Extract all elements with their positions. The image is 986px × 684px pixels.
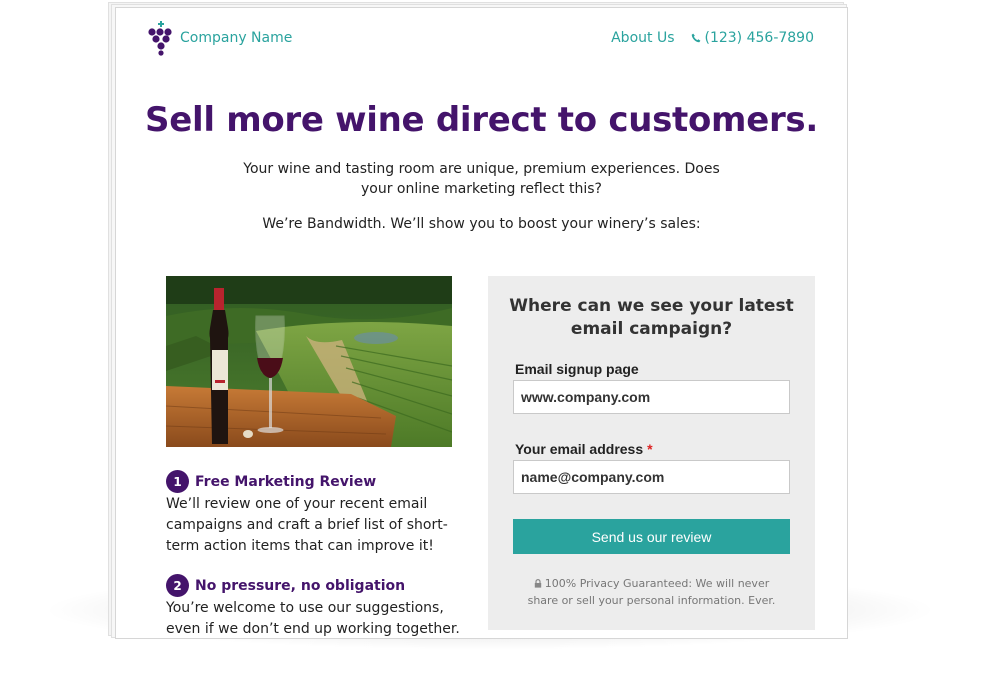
step-description: You’re welcome to use our suggestions, e… [166,600,460,637]
email-address-label-text: Your email address [515,441,644,457]
step-description: We’ll review one of your recent email ca… [166,496,448,554]
email-address-label: Your email address * [515,441,653,457]
step-no-pressure: 2 No pressure, no obligation You’re welc… [166,574,466,638]
about-us-link[interactable]: About Us [611,30,674,46]
step-number-badge: 2 [166,574,189,597]
form-heading: Where can we see your latest email campa… [509,296,794,339]
step-heading: 2 No pressure, no obligation [166,574,466,597]
company-name: Company Name [180,30,293,46]
phone-number: (123) 456-7890 [704,30,815,46]
hero-subtext: Your wine and tasting room are unique, p… [243,161,720,197]
email-signup-page-label: Email signup page [515,361,639,377]
header: Company Name About Us (123) 456-7890 [116,8,847,68]
top-nav: About Us (123) 456-7890 [611,30,814,46]
email-signup-page-input[interactable] [513,380,790,414]
step-free-marketing-review: 1 Free Marketing Review We’ll review one… [166,470,466,557]
grape-cluster-icon [148,21,172,56]
email-address-input[interactable] [513,460,790,494]
phone-link[interactable]: (123) 456-7890 [691,30,815,46]
privacy-note-text: 100% Privacy Guaranteed: We will never s… [527,577,776,607]
step-title: No pressure, no obligation [195,577,406,594]
wine-bottle-glass-image [166,276,452,447]
lock-icon [534,579,541,588]
send-review-button[interactable]: Send us our review [513,519,790,554]
required-asterisk: * [647,441,653,457]
step-number-badge: 1 [166,470,189,493]
wine-vineyard-photo [166,276,452,447]
step-title: Free Marketing Review [195,473,377,490]
landing-page: Company Name About Us (123) 456-7890 Sel… [115,7,848,639]
phone-icon [691,33,700,43]
company-logo[interactable]: Company Name [146,20,292,56]
privacy-note: 100% Privacy Guaranteed: We will never s… [518,575,785,609]
page-title: Sell more wine direct to customers. [145,100,818,140]
hero-intro: We’re Bandwidth. We’ll show you to boost… [262,216,701,232]
step-heading: 1 Free Marketing Review [166,470,466,493]
review-request-form: Where can we see your latest email campa… [488,276,815,630]
